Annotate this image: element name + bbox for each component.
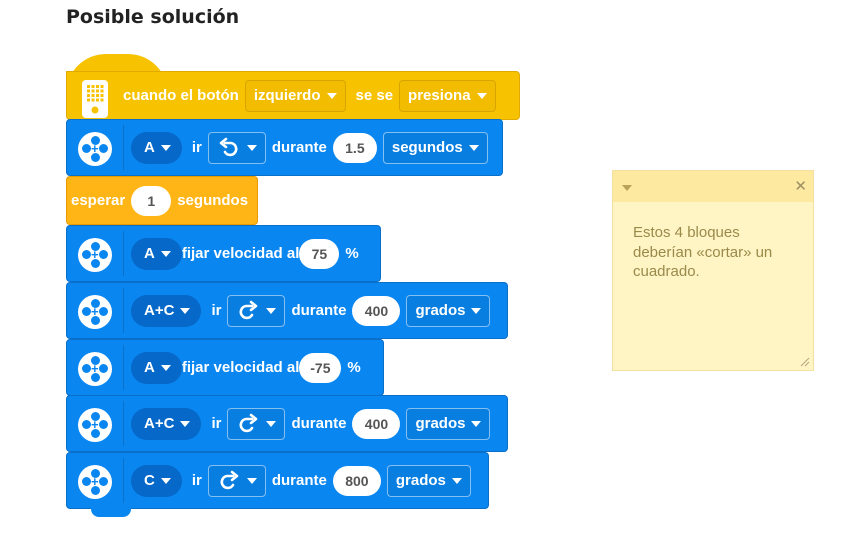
unit-dropdown[interactable]: segundos bbox=[382, 131, 488, 164]
motor-icon: + bbox=[71, 401, 119, 448]
wait-input[interactable]: 1 bbox=[131, 185, 172, 216]
chevron-down-icon bbox=[476, 92, 487, 99]
rotate-cw-icon bbox=[240, 300, 258, 319]
motor-run-block[interactable]: + C ir durante 800 grados bbox=[66, 452, 489, 517]
duration-label: durante bbox=[271, 472, 327, 489]
wait-label: esperar bbox=[71, 192, 126, 209]
hub-icon bbox=[82, 80, 108, 118]
hat-label-when: cuando el botón bbox=[123, 87, 239, 104]
port-dropdown[interactable]: A bbox=[131, 131, 182, 164]
speed-input[interactable]: -75 bbox=[299, 352, 342, 383]
direction-dropdown[interactable] bbox=[227, 294, 286, 327]
comment-note[interactable]: ✕ Estos 4 bloques deberían «cortar» un c… bbox=[612, 170, 814, 371]
unit-dropdown[interactable]: grados bbox=[406, 294, 491, 327]
percent-label: % bbox=[345, 245, 359, 262]
verb-label: ir bbox=[211, 415, 222, 432]
motor-icon: + bbox=[71, 458, 119, 505]
rotate-ccw-icon bbox=[219, 137, 238, 156]
event-hat-block[interactable]: cuando el botón izquierdo se se presiona bbox=[66, 71, 520, 120]
verb-label: ir bbox=[191, 472, 202, 489]
hat-label-se: se se bbox=[355, 87, 394, 104]
set-speed-block[interactable]: + A fijar velocidad al 75 % bbox=[66, 225, 381, 282]
port-dropdown[interactable]: A bbox=[131, 351, 182, 384]
wait-unit-label: segundos bbox=[177, 192, 249, 209]
port-dropdown[interactable]: A+C bbox=[131, 294, 202, 327]
button-dropdown[interactable]: izquierdo bbox=[244, 79, 346, 112]
action-dropdown[interactable]: presiona bbox=[399, 79, 496, 112]
duration-label: durante bbox=[271, 139, 327, 156]
close-icon[interactable]: ✕ bbox=[794, 177, 807, 195]
duration-input[interactable]: 1.5 bbox=[332, 132, 377, 163]
speed-label: fijar velocidad al bbox=[181, 245, 300, 262]
motor-run-block[interactable]: + A ir durante 1.5 segundos bbox=[66, 119, 503, 176]
speed-input[interactable]: 75 bbox=[299, 238, 340, 269]
motor-run-block[interactable]: + A+C ir durante 400 grados bbox=[66, 395, 508, 452]
percent-label: % bbox=[347, 359, 361, 376]
note-text[interactable]: Estos 4 bloques deberían «cortar» un cua… bbox=[633, 223, 803, 282]
verb-label: ir bbox=[191, 139, 202, 156]
motor-icon: + bbox=[71, 125, 119, 172]
direction-dropdown[interactable] bbox=[207, 464, 266, 497]
port-dropdown[interactable]: A bbox=[131, 237, 182, 270]
verb-label: ir bbox=[211, 302, 222, 319]
rotate-cw-icon bbox=[240, 413, 258, 432]
collapse-icon[interactable] bbox=[622, 185, 632, 191]
motor-icon: + bbox=[71, 231, 119, 278]
block-bottom-tab bbox=[91, 508, 131, 517]
unit-dropdown[interactable]: grados bbox=[386, 464, 471, 497]
unit-dropdown[interactable]: grados bbox=[406, 407, 491, 440]
duration-label: durante bbox=[291, 415, 347, 432]
port-dropdown[interactable]: C bbox=[131, 464, 182, 497]
duration-label: durante bbox=[291, 302, 347, 319]
motor-run-block[interactable]: + A+C ir durante 400 grados bbox=[66, 282, 508, 339]
wait-block[interactable]: esperar 1 segundos bbox=[66, 176, 258, 225]
motor-icon: + bbox=[71, 345, 119, 392]
note-header[interactable]: ✕ bbox=[613, 171, 813, 202]
port-dropdown[interactable]: A+C bbox=[131, 407, 202, 440]
duration-input[interactable]: 400 bbox=[352, 295, 401, 326]
duration-input[interactable]: 800 bbox=[332, 465, 381, 496]
direction-dropdown[interactable] bbox=[227, 407, 286, 440]
speed-label: fijar velocidad al bbox=[181, 359, 300, 376]
motor-icon: + bbox=[71, 288, 119, 335]
rotate-cw-icon bbox=[220, 470, 239, 489]
duration-input[interactable]: 400 bbox=[352, 408, 401, 439]
page-title: Posible solución bbox=[66, 6, 240, 28]
set-speed-block[interactable]: + A fijar velocidad al -75 % bbox=[66, 339, 384, 396]
direction-dropdown[interactable] bbox=[207, 131, 266, 164]
resize-grip-icon[interactable] bbox=[800, 357, 810, 367]
chevron-down-icon bbox=[326, 92, 337, 99]
